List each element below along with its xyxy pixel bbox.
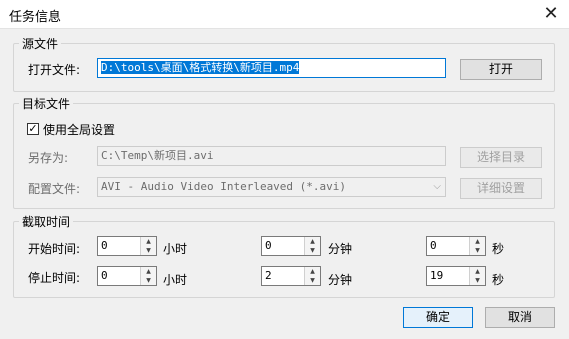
source-path-input[interactable]: D:\tools\桌面\格式转换\新项目.mp4 xyxy=(97,58,446,78)
stop-time-label: 停止时间: xyxy=(28,271,81,285)
clip-time-group: 截取时间 xyxy=(13,213,555,298)
start-hours-unit: 小时 xyxy=(163,242,188,256)
stop-minutes-unit: 分钟 xyxy=(328,273,353,287)
stop-seconds-spinner[interactable]: 19 ▲ ▼ xyxy=(426,266,486,286)
start-seconds-value: 0 xyxy=(430,239,437,252)
use-global-label[interactable]: 使用全局设置 xyxy=(43,121,115,138)
start-seconds-spinner[interactable]: 0 ▲ ▼ xyxy=(426,236,486,256)
spin-down-icon[interactable]: ▼ xyxy=(470,276,485,285)
config-file-select[interactable]: AVI - Audio Video Interleaved (*.avi) ⌵ xyxy=(97,177,446,197)
spin-down-icon[interactable]: ▼ xyxy=(141,246,156,255)
use-global-checkbox[interactable]: ✓ xyxy=(27,123,39,135)
config-file-label: 配置文件: xyxy=(28,182,81,196)
start-hours-spinner[interactable]: 0 ▲ ▼ xyxy=(97,236,157,256)
start-minutes-spinner[interactable]: 0 ▲ ▼ xyxy=(261,236,321,256)
target-group-title: 目标文件 xyxy=(19,95,74,112)
start-minutes-value: 0 xyxy=(265,239,272,252)
stop-minutes-value: 2 xyxy=(265,269,272,282)
open-file-label: 打开文件: xyxy=(28,63,81,77)
spin-down-icon[interactable]: ▼ xyxy=(470,246,485,255)
clip-group-title: 截取时间 xyxy=(19,213,74,230)
source-group-title: 源文件 xyxy=(19,35,62,52)
start-hours-value: 0 xyxy=(101,239,108,252)
stop-minutes-spinner[interactable]: 2 ▲ ▼ xyxy=(261,266,321,286)
window-title: 任务信息 xyxy=(9,10,62,25)
open-button[interactable]: 打开 xyxy=(460,59,542,80)
stop-seconds-unit: 秒 xyxy=(492,273,505,287)
ok-button[interactable]: 确定 xyxy=(403,307,473,328)
save-as-input[interactable]: C:\Temp\新项目.avi xyxy=(97,146,446,166)
chevron-down-icon: ⌵ xyxy=(433,181,441,192)
choose-directory-button[interactable]: 选择目录 xyxy=(460,147,542,168)
stop-hours-unit: 小时 xyxy=(163,273,188,287)
start-minutes-unit: 分钟 xyxy=(328,242,353,256)
stop-seconds-value: 19 xyxy=(430,269,444,282)
start-seconds-unit: 秒 xyxy=(492,242,505,256)
source-path-value: D:\tools\桌面\格式转换\新项目.mp4 xyxy=(101,61,300,74)
save-as-label: 另存为: xyxy=(28,151,69,165)
start-time-label: 开始时间: xyxy=(28,242,81,256)
detail-settings-button[interactable]: 详细设置 xyxy=(460,178,542,199)
stop-hours-spinner[interactable]: 0 ▲ ▼ xyxy=(97,266,157,286)
cancel-button[interactable]: 取消 xyxy=(485,307,555,328)
close-icon[interactable]: ✕ xyxy=(539,2,563,26)
checkmark-icon: ✓ xyxy=(28,122,38,135)
stop-hours-value: 0 xyxy=(101,269,108,282)
spin-down-icon[interactable]: ▼ xyxy=(305,276,320,285)
spin-down-icon[interactable]: ▼ xyxy=(305,246,320,255)
title-bar: 任务信息 ✕ xyxy=(0,0,569,29)
config-file-value: AVI - Audio Video Interleaved (*.avi) xyxy=(101,180,347,193)
spin-down-icon[interactable]: ▼ xyxy=(141,276,156,285)
